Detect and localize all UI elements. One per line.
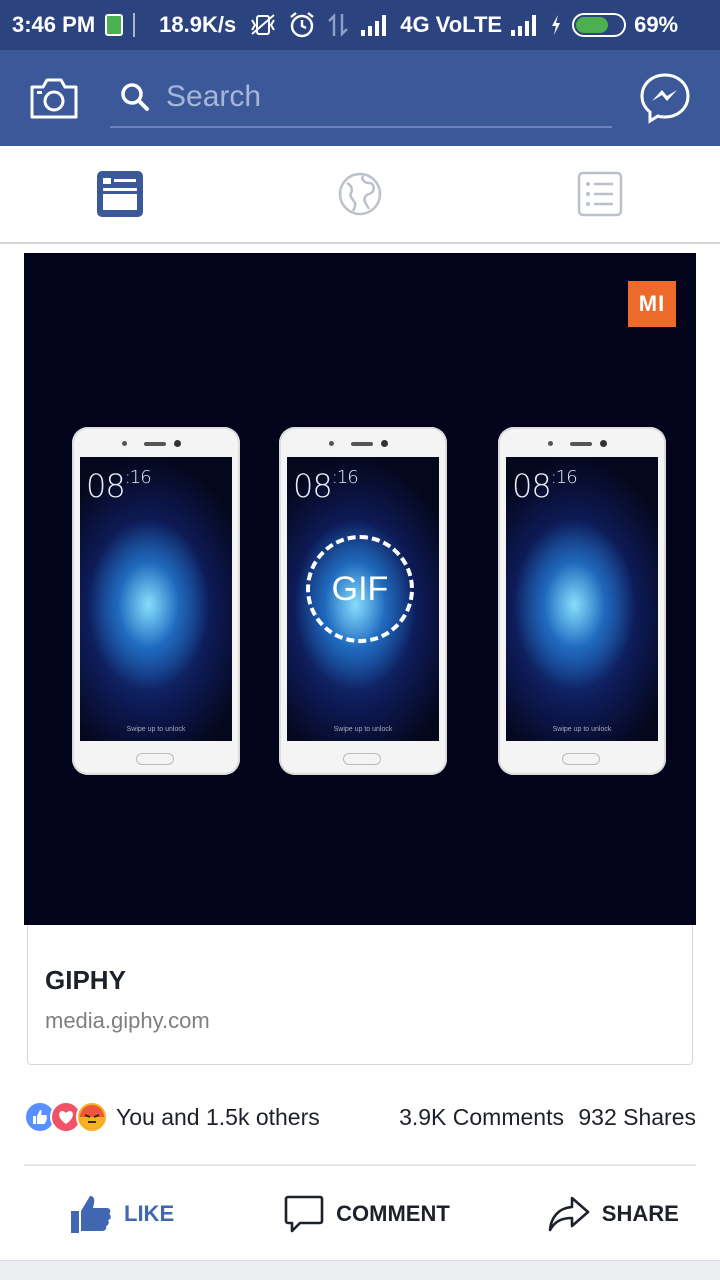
globe-icon (338, 172, 382, 216)
alarm-icon (288, 11, 316, 39)
charging-icon (550, 14, 562, 36)
camera-icon[interactable] (28, 75, 80, 121)
engagement-counts: 3.9K Comments 932 Shares (399, 1104, 696, 1131)
phone-swipe-text: Swipe up to unlock (333, 726, 393, 733)
vibrate-off-icon (248, 12, 278, 38)
like-button[interactable]: LIKE (70, 1194, 174, 1234)
data-transfer-icon (326, 12, 350, 38)
network-speed: 18.9K/s (159, 12, 237, 37)
signal-icon (360, 14, 390, 36)
post-gif-image[interactable]: MI 08:16 Swipe up to unlock 08:16 Swipe … (24, 253, 696, 925)
search-icon (121, 83, 149, 111)
search-input[interactable] (166, 80, 586, 114)
phone-image-left: 08:16 Swipe up to unlock (72, 427, 240, 775)
phone-clock-min: :16 (550, 467, 578, 488)
comment-button[interactable]: COMMENT (284, 1194, 450, 1234)
battery-percent: 69% (634, 12, 679, 37)
status-bar: 3:46 PM 18.9K/s 4G VoLTE 69% (0, 0, 720, 50)
divider (24, 1164, 696, 1166)
share-arrow-icon (548, 1196, 590, 1232)
reaction-icons (24, 1101, 108, 1133)
comment-label: COMMENT (336, 1201, 450, 1226)
phone-image-right: 08:16 Swipe up to unlock (498, 427, 666, 775)
phone-clock-min: :16 (331, 467, 359, 488)
sim-icon (105, 14, 124, 36)
post-actions: LIKE COMMENT SHARE (0, 1176, 720, 1252)
phone-swipe-text: Swipe up to unlock (552, 726, 612, 733)
next-post-edge (0, 1260, 720, 1280)
phone-clock-hour: 08 (293, 467, 333, 505)
nav-tabs (0, 146, 720, 244)
status-separator (133, 13, 136, 37)
comments-count[interactable]: 3.9K Comments (399, 1104, 564, 1130)
reactions-text: You and 1.5k others (116, 1103, 320, 1130)
phone-clock-hour: 08 (86, 467, 126, 505)
battery-icon (572, 13, 627, 37)
network-type: 4G VoLTE (400, 12, 503, 37)
tab-notifications-globe[interactable] (240, 146, 480, 242)
angry-reaction-icon (76, 1101, 108, 1133)
messenger-icon[interactable] (638, 71, 692, 125)
news-feed-icon (97, 171, 143, 217)
share-label: SHARE (601, 1201, 679, 1226)
search-bar[interactable] (110, 68, 612, 128)
tab-menu[interactable] (480, 146, 720, 242)
share-button[interactable]: SHARE (548, 1195, 679, 1233)
link-title: GIPHY (45, 965, 126, 995)
app-header (0, 50, 720, 146)
shares-count[interactable]: 932 Shares (578, 1104, 696, 1130)
mi-logo: MI (628, 281, 676, 327)
signal-icon-2 (510, 14, 540, 36)
comment-bubble-icon (284, 1195, 324, 1233)
thumbs-up-icon (71, 1196, 111, 1233)
link-preview-card[interactable]: GIPHY media.giphy.com (27, 925, 693, 1065)
menu-list-icon (577, 171, 623, 217)
link-domain: media.giphy.com (45, 1008, 210, 1033)
like-label: LIKE (124, 1201, 175, 1226)
status-time: 3:46 PM (12, 12, 96, 37)
tab-news-feed[interactable] (0, 146, 240, 242)
phone-swipe-text: Swipe up to unlock (126, 726, 186, 733)
gif-play-button[interactable]: GIF (306, 535, 414, 643)
phone-clock-hour: 08 (512, 467, 552, 505)
reactions-summary[interactable]: You and 1.5k others 3.9K Comments 932 Sh… (24, 1094, 696, 1140)
phone-clock-min: :16 (124, 467, 152, 488)
